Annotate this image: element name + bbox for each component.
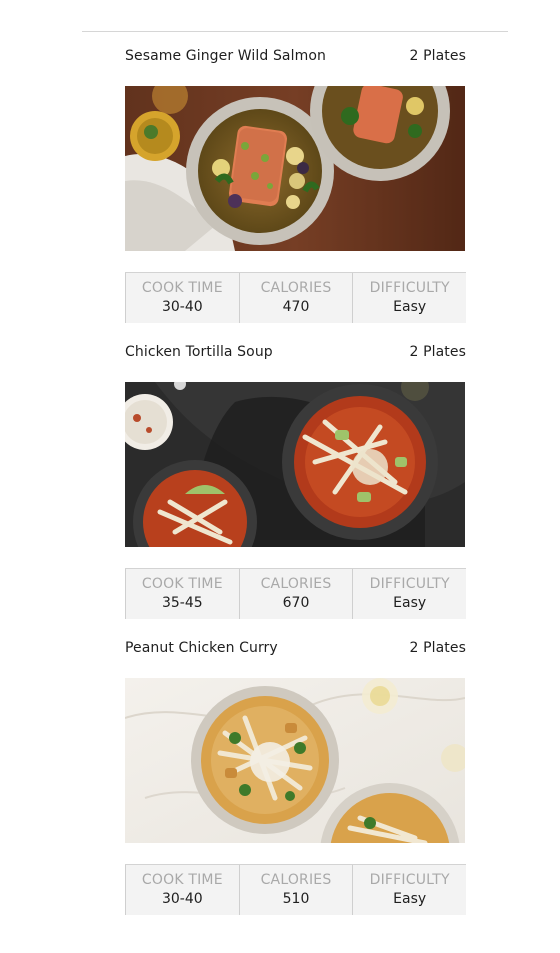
recipe-stats: COOK TIME 30-40 CALORIES 470 DIFFICULTY … bbox=[125, 272, 466, 323]
stat-value: Easy bbox=[393, 299, 427, 315]
stat-label: COOK TIME bbox=[141, 280, 223, 296]
recipe-stats: COOK TIME 35-45 CALORIES 670 DIFFICULTY … bbox=[125, 568, 466, 619]
recipe-stats: COOK TIME 30-40 CALORIES 510 DIFFICULTY … bbox=[125, 864, 466, 915]
cook-time-stat: COOK TIME 30-40 bbox=[125, 273, 239, 323]
difficulty-stat: DIFFICULTY Easy bbox=[352, 569, 466, 619]
cook-time-stat: COOK TIME 30-40 bbox=[125, 865, 239, 915]
stat-value: 35-45 bbox=[161, 595, 203, 611]
recipe-card-curry[interactable]: Peanut Chicken Curry 2 Plates COOK TIME … bbox=[125, 635, 466, 915]
cook-time-stat: COOK TIME 35-45 bbox=[125, 569, 239, 619]
recipe-card-salmon[interactable]: Sesame Ginger Wild Salmon 2 Plates COOK … bbox=[125, 43, 466, 323]
curry-bowl-illustration bbox=[125, 678, 465, 843]
salmon-bowl-photo[interactable] bbox=[125, 86, 465, 251]
stat-label: CALORIES bbox=[260, 576, 332, 592]
stat-value: 470 bbox=[282, 299, 310, 315]
salmon-bowl-illustration bbox=[125, 86, 465, 251]
recipe-header: Peanut Chicken Curry 2 Plates bbox=[125, 635, 466, 661]
recipe-servings: 2 Plates bbox=[409, 48, 466, 64]
top-divider bbox=[82, 31, 508, 32]
recipe-title[interactable]: Peanut Chicken Curry bbox=[125, 640, 278, 656]
stat-value: Easy bbox=[393, 891, 427, 907]
calories-stat: CALORIES 670 bbox=[238, 569, 353, 619]
stat-value: 30-40 bbox=[161, 891, 203, 907]
tortilla-soup-illustration bbox=[125, 382, 465, 547]
stat-label: CALORIES bbox=[260, 280, 332, 296]
recipe-title[interactable]: Sesame Ginger Wild Salmon bbox=[125, 48, 326, 64]
stat-label: DIFFICULTY bbox=[369, 576, 450, 592]
recipe-servings: 2 Plates bbox=[409, 344, 466, 360]
stat-value: 510 bbox=[282, 891, 310, 907]
stat-label: CALORIES bbox=[260, 872, 332, 888]
stat-label: COOK TIME bbox=[141, 576, 223, 592]
recipe-header: Chicken Tortilla Soup 2 Plates bbox=[125, 339, 466, 365]
recipe-card-tortilla-soup[interactable]: Chicken Tortilla Soup 2 Plates COOK TIME… bbox=[125, 339, 466, 619]
calories-stat: CALORIES 510 bbox=[238, 865, 353, 915]
difficulty-stat: DIFFICULTY Easy bbox=[352, 865, 466, 915]
curry-bowl-photo[interactable] bbox=[125, 678, 465, 843]
stat-label: COOK TIME bbox=[141, 872, 223, 888]
recipe-header: Sesame Ginger Wild Salmon 2 Plates bbox=[125, 43, 466, 69]
stat-value: Easy bbox=[393, 595, 427, 611]
recipe-title[interactable]: Chicken Tortilla Soup bbox=[125, 344, 273, 360]
stat-value: 30-40 bbox=[161, 299, 203, 315]
calories-stat: CALORIES 470 bbox=[238, 273, 353, 323]
tortilla-soup-photo[interactable] bbox=[125, 382, 465, 547]
stat-label: DIFFICULTY bbox=[369, 280, 450, 296]
difficulty-stat: DIFFICULTY Easy bbox=[352, 273, 466, 323]
stat-value: 670 bbox=[282, 595, 310, 611]
recipe-servings: 2 Plates bbox=[409, 640, 466, 656]
stat-label: DIFFICULTY bbox=[369, 872, 450, 888]
